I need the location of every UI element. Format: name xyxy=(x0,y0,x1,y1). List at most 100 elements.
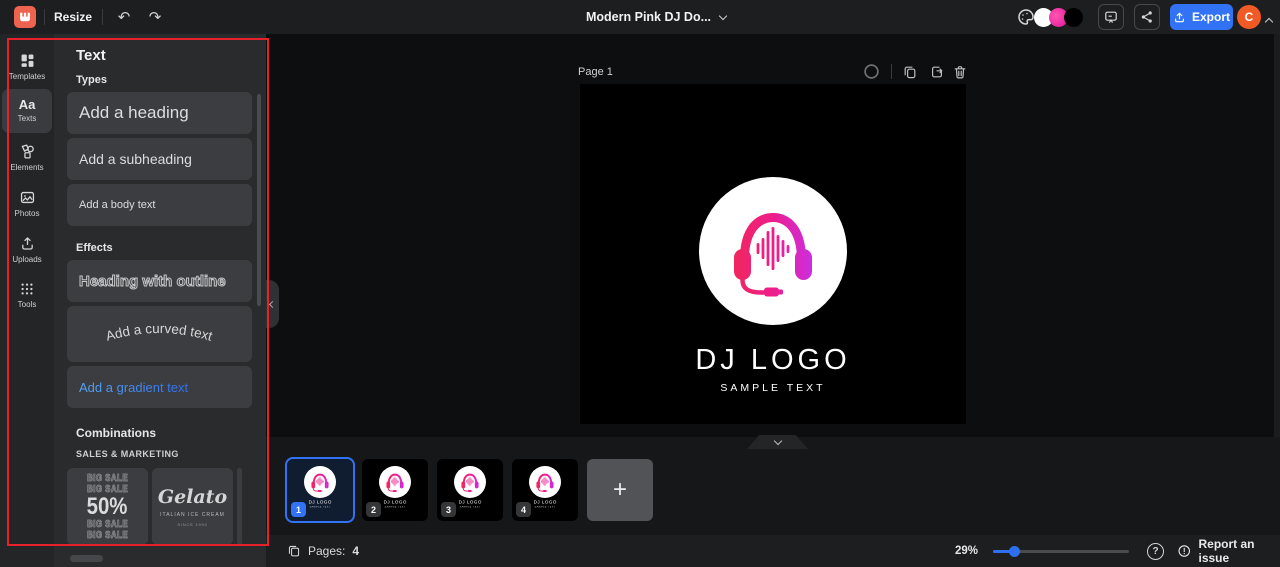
headphones-icon xyxy=(384,471,406,493)
comment-button[interactable] xyxy=(1098,4,1124,30)
headphones-icon xyxy=(534,471,556,493)
panel-horizontal-scrollbar[interactable] xyxy=(70,555,103,562)
question-icon: ? xyxy=(1152,546,1159,557)
top-bar: Resize ↶ ↷ Modern Pink DJ Do... Export C xyxy=(0,0,1280,34)
photos-icon xyxy=(20,191,34,203)
page-select-circle[interactable] xyxy=(863,63,880,80)
pages-count: 4 xyxy=(352,544,360,558)
tools-icon xyxy=(21,283,33,295)
canvas-page[interactable]: DJ LOGO SAMPLE TEXT xyxy=(580,84,966,424)
export-upload-icon xyxy=(1174,12,1184,22)
undo-button[interactable]: ↶ xyxy=(112,0,136,34)
page-thumbnail-2[interactable]: DJ LOGO SAMPLE TEXT 2 xyxy=(362,459,428,521)
add-heading-button[interactable]: Add a heading xyxy=(67,92,252,134)
help-button[interactable]: ? xyxy=(1147,543,1164,560)
sidebar-item-label: Tools xyxy=(17,300,37,309)
move-page-icon[interactable] xyxy=(928,63,945,80)
document-title[interactable]: Modern Pink DJ Do... xyxy=(586,0,728,34)
combination-card-gelato[interactable]: Gelato ITALIAN ICE CREAM SINCE 1990 xyxy=(152,468,233,545)
sidebar-item-texts[interactable]: Aa Texts xyxy=(2,89,52,133)
big-sale-line: BIG SALE xyxy=(86,472,128,484)
svg-text:Add a curved text: Add a curved text xyxy=(104,321,214,344)
chevron-left-icon xyxy=(268,300,277,308)
page-thumbnail-4[interactable]: DJ LOGO SAMPLE TEXT 4 xyxy=(512,459,578,521)
delete-page-icon[interactable] xyxy=(951,63,968,80)
duplicate-page-icon[interactable] xyxy=(901,63,918,80)
text-panel: Text Types Add a heading Add a subheadin… xyxy=(54,34,266,567)
page-number-badge: 1 xyxy=(291,502,306,517)
panel-collapse-handle[interactable] xyxy=(266,280,279,328)
resize-button[interactable]: Resize xyxy=(54,0,92,34)
export-button[interactable]: Export xyxy=(1170,4,1233,30)
gradient-text-label: Add a gradient text xyxy=(79,379,189,395)
zoom-slider[interactable] xyxy=(993,546,1129,557)
dj-logo-subtitle[interactable]: SAMPLE TEXT xyxy=(720,382,825,394)
sidebar-item-label: Templates xyxy=(8,71,46,81)
effects-section-label: Effects xyxy=(76,242,113,254)
curved-text-preview: Add a curved text xyxy=(104,321,214,344)
headphones-icon xyxy=(723,201,823,301)
thumb-subtitle: SAMPLE TEXT xyxy=(534,506,556,509)
sidebar-item-label: Uploads xyxy=(12,254,42,264)
pages-label: Pages: xyxy=(308,544,346,558)
left-rail: Templates Aa Texts Elements Photos Uploa… xyxy=(0,34,54,567)
sidebar-item-templates[interactable]: Templates xyxy=(2,44,52,88)
thumb-title: DJ LOGO xyxy=(383,499,407,505)
report-issue-button[interactable]: Report an issue xyxy=(1177,535,1280,567)
page-thumbnail-3[interactable]: DJ LOGO SAMPLE TEXT 3 xyxy=(437,459,503,521)
add-page-button[interactable]: + xyxy=(587,459,653,521)
add-subheading-button[interactable]: Add a subheading xyxy=(67,138,252,180)
sidebar-item-tools[interactable]: Tools xyxy=(2,273,52,317)
dj-logo-circle[interactable] xyxy=(699,177,847,325)
divider xyxy=(102,9,103,25)
redo-button[interactable]: ↷ xyxy=(143,0,167,34)
big-sale-value: 50% xyxy=(87,492,128,520)
brand-color-black[interactable] xyxy=(1064,8,1083,27)
sidebar-item-photos[interactable]: Photos xyxy=(2,181,52,225)
palette-icon[interactable] xyxy=(1016,7,1036,27)
pages-icon xyxy=(288,545,300,557)
plus-icon: + xyxy=(612,476,627,503)
gelato-title: Gelato xyxy=(157,486,228,508)
page-number-badge: 4 xyxy=(516,502,531,517)
workspace-scrollbar-track[interactable] xyxy=(1274,34,1280,437)
sidebar-item-elements[interactable]: Elements xyxy=(2,135,52,179)
page-label: Page 1 xyxy=(578,66,613,78)
heading-outline-button[interactable]: Heading with outline xyxy=(67,260,252,302)
dj-logo-title[interactable]: DJ LOGO xyxy=(695,344,850,377)
thumb-subtitle: SAMPLE TEXT xyxy=(384,506,406,509)
thumb-logo-circle xyxy=(529,466,561,498)
chevron-up-icon[interactable] xyxy=(1264,17,1274,27)
curved-text-label: Add a curved text xyxy=(104,321,214,344)
add-body-text-label: Add a body text xyxy=(79,199,156,211)
combinations-category-label: SALES & MARKETING xyxy=(76,449,179,459)
combination-card-partial[interactable] xyxy=(237,468,242,545)
uploads-icon xyxy=(21,236,33,250)
thumb-subtitle: SAMPLE TEXT xyxy=(309,506,331,509)
gradient-text-button[interactable]: Add a gradient text xyxy=(67,366,252,408)
page-thumbnail-1[interactable]: DJ LOGO SAMPLE TEXT 1 xyxy=(285,457,355,523)
thumb-title: DJ LOGO xyxy=(458,499,482,505)
document-title-text: Modern Pink DJ Do... xyxy=(586,10,712,24)
zoom-slider-thumb[interactable] xyxy=(1009,546,1020,557)
share-icon xyxy=(1141,11,1152,23)
curved-text-button[interactable]: Add a curved text xyxy=(67,306,252,362)
panel-vertical-scrollbar[interactable] xyxy=(257,94,261,306)
avatar[interactable]: C xyxy=(1237,5,1261,29)
sidebar-item-uploads[interactable]: Uploads xyxy=(2,227,52,271)
headphones-icon xyxy=(459,471,481,493)
gelato-caption: SINCE 1990 xyxy=(177,522,208,527)
thumb-logo-circle xyxy=(454,466,486,498)
add-body-text-button[interactable]: Add a body text xyxy=(67,184,252,226)
add-subheading-label: Add a subheading xyxy=(79,151,192,167)
share-button[interactable] xyxy=(1134,4,1160,30)
page-number-badge: 3 xyxy=(441,502,456,517)
brand-logo[interactable] xyxy=(14,6,36,28)
thumb-logo-circle xyxy=(379,466,411,498)
combination-card-big-sale[interactable]: BIG SALE BIG SALE 50% BIG SALE BIG SALE xyxy=(67,468,148,545)
chevron-down-icon xyxy=(718,11,728,20)
page-number-badge: 2 xyxy=(366,502,381,517)
export-label: Export xyxy=(1191,10,1230,24)
zoom-value: 29% xyxy=(955,545,979,557)
sidebar-item-label: Photos xyxy=(14,208,40,218)
